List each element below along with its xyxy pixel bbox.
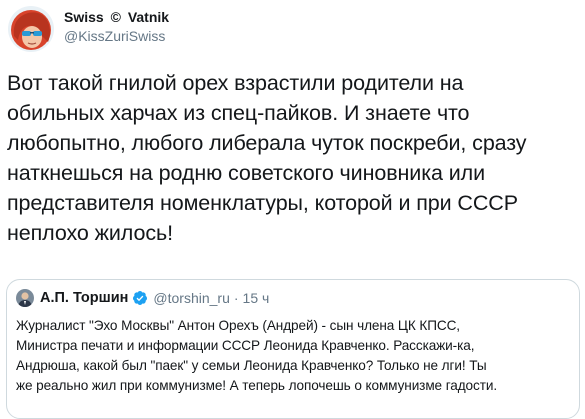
author-name-part2: Vatnik — [127, 9, 170, 25]
quoted-tweet-header: А.П. Торшин @torshin_ru · 15 ч — [16, 288, 269, 308]
quoted-tweet[interactable]: А.П. Торшин @torshin_ru · 15 ч Журналист… — [6, 279, 580, 419]
verified-badge-icon — [132, 290, 148, 306]
quoted-author-avatar[interactable] — [16, 289, 34, 307]
quoted-author-handle[interactable]: @torshin_ru — [153, 290, 229, 306]
copyright-symbol: © — [110, 9, 121, 25]
tweet-text: Вот такой гнилой орех взрастили родители… — [7, 71, 527, 245]
quoted-tweet-timestamp[interactable]: 15 ч — [243, 290, 270, 306]
tweet: Swiss © Vatnik @KissZuriSwiss Вот такой … — [0, 0, 585, 419]
author-avatar[interactable] — [8, 6, 54, 52]
author-display-name[interactable]: Swiss © Vatnik — [64, 8, 169, 26]
author-handle[interactable]: @KissZuriSwiss — [64, 27, 169, 45]
author-name-part1: Swiss — [64, 9, 104, 25]
quoted-author-name[interactable]: А.П. Торшин — [40, 290, 128, 306]
separator-dot: · — [233, 290, 239, 306]
portrait-avatar-icon — [16, 289, 34, 307]
quoted-tweet-text: Журналист "Эхо Москвы" Антон Орехъ (Андр… — [16, 318, 498, 393]
author-info[interactable]: Swiss © Vatnik @KissZuriSwiss — [64, 8, 169, 45]
cartoon-avatar-icon — [8, 6, 54, 52]
